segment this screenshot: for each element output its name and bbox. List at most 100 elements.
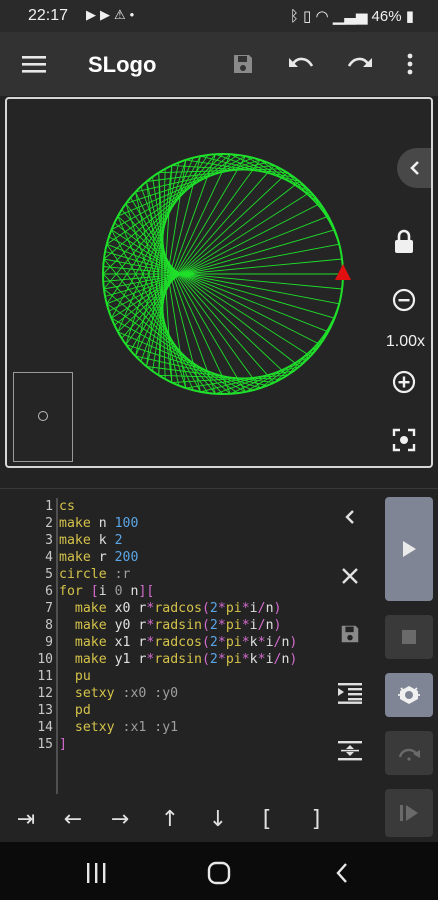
code-line[interactable]: setxy :x1 :y1 <box>59 719 297 736</box>
code-token: i <box>265 652 274 667</box>
code-line[interactable]: setxy :x0 :y0 <box>59 685 297 702</box>
chord-line <box>117 172 288 333</box>
code-line[interactable]: make y0 r*radsin(2*pi*i/n) <box>59 617 297 634</box>
code-line[interactable]: pd <box>59 702 297 719</box>
status-time: 22:17 <box>28 7 69 24</box>
code-token: 200 <box>114 550 139 565</box>
code-token: * <box>257 652 266 667</box>
minimap-turtle-marker <box>38 411 48 421</box>
lock-button[interactable] <box>389 227 419 257</box>
center-view-button[interactable] <box>389 425 419 455</box>
right-arrow-key[interactable]: → <box>100 797 140 841</box>
code-token: * <box>241 652 250 667</box>
code-line[interactable]: make k 2 <box>59 532 297 549</box>
code-line[interactable]: make x0 r*radcos(2*pi*i/n) <box>59 600 297 617</box>
line-number: 15 <box>37 737 53 752</box>
recents-button[interactable] <box>76 858 116 888</box>
undo-icon[interactable] <box>283 46 319 82</box>
close-bracket-key[interactable]: ] <box>296 797 336 841</box>
code-token: k <box>90 533 115 548</box>
zoom-in-button[interactable] <box>389 367 419 397</box>
code-token: ( <box>201 618 210 633</box>
code-token: y0 <box>106 618 139 633</box>
debug-button[interactable] <box>385 673 433 717</box>
line-number: 2 <box>45 516 53 531</box>
battery-text: 46% <box>371 8 402 25</box>
signal-icon: ▁▃▅ <box>332 8 368 25</box>
collapse-panel-button[interactable] <box>330 497 370 537</box>
back-button[interactable] <box>322 858 362 888</box>
code-line[interactable]: make n 100 <box>59 515 297 532</box>
panel-toggle-button[interactable] <box>397 148 431 188</box>
code-line[interactable]: pu <box>59 668 297 685</box>
format-button[interactable] <box>330 731 370 771</box>
code-token: pu <box>59 669 91 684</box>
code-token: ) <box>289 635 298 650</box>
code-token: pd <box>59 703 91 718</box>
code-line[interactable]: make x1 r*radcos(2*pi*k*i/n) <box>59 634 298 651</box>
run-button[interactable] <box>385 497 433 601</box>
left-arrow-key[interactable]: ← <box>53 797 93 841</box>
code-token: i <box>265 635 274 650</box>
chord-line <box>230 355 311 395</box>
code-line[interactable]: for [i 0 n][ <box>59 583 297 600</box>
chord-line <box>121 209 275 383</box>
app-bar: SLogo <box>0 32 438 96</box>
code-token: * <box>241 635 250 650</box>
chevron-left-icon <box>345 510 354 524</box>
save-code-button[interactable] <box>330 614 370 654</box>
code-token: radcos <box>154 635 202 650</box>
chord-line <box>117 215 288 376</box>
chord-line <box>121 165 275 339</box>
code-editor[interactable]: 1 2 3 4 5 6 7 8 9 10 11 12 13 14 15 cs make n 100 make k… <box>0 488 438 794</box>
chord-line <box>117 216 194 391</box>
more-icon[interactable] <box>392 46 428 82</box>
stop-button[interactable] <box>385 615 433 659</box>
code-token: [ <box>82 584 99 599</box>
zoom-in-icon <box>392 370 416 394</box>
code-token: make <box>59 533 91 548</box>
play-icon <box>403 541 416 557</box>
line-number: 10 <box>37 652 53 667</box>
battery-icon: ▮ <box>405 8 414 25</box>
code-line[interactable]: circle :r <box>59 566 297 583</box>
code-line[interactable]: make r 200 <box>59 549 297 566</box>
code-token: / <box>257 601 266 616</box>
code-token: 100 <box>114 516 139 531</box>
home-icon <box>207 861 231 885</box>
system-nav-bar <box>0 842 438 900</box>
turtle-canvas[interactable]: 1.00x <box>5 97 433 468</box>
code-line[interactable]: cs <box>59 498 297 515</box>
minimap[interactable] <box>13 372 73 462</box>
code-token: x1 <box>106 635 139 650</box>
indent-button[interactable] <box>330 673 370 713</box>
zoom-out-button[interactable] <box>389 285 419 315</box>
redo-icon[interactable] <box>342 46 378 82</box>
line-number: 7 <box>45 601 53 616</box>
code-token: ) <box>273 618 282 633</box>
chord-line <box>111 317 246 393</box>
code-token: k <box>249 652 258 667</box>
debug-icon <box>398 686 420 704</box>
lock-icon <box>395 229 413 253</box>
down-arrow-key[interactable]: ↓ <box>198 797 238 841</box>
step-over-button[interactable] <box>385 731 433 775</box>
wifi-icon: ◠ <box>315 8 329 25</box>
vibrate-icon: ▯ <box>303 8 312 25</box>
up-arrow-key[interactable]: ↑ <box>150 797 190 841</box>
tab-key[interactable]: ⇥ <box>6 797 46 841</box>
code-line[interactable]: make y1 r*radsin(2*pi*k*i/n) <box>59 651 298 668</box>
code-token: 2 <box>209 618 218 633</box>
code-token: radsin <box>154 652 202 667</box>
youtube-icon: ▶ <box>86 7 100 22</box>
code-text[interactable]: cs make n 100 make k 2 make r 200 circle :r f… <box>59 498 297 753</box>
code-token: i <box>249 618 258 633</box>
home-button[interactable] <box>199 858 239 888</box>
save-icon[interactable] <box>225 46 261 82</box>
clear-code-button[interactable] <box>330 556 370 596</box>
open-bracket-key[interactable]: [ <box>247 797 287 841</box>
code-token: pi <box>225 652 242 667</box>
code-line[interactable]: ] <box>59 736 297 753</box>
code-token: i <box>249 601 258 616</box>
menu-icon[interactable] <box>16 46 52 82</box>
